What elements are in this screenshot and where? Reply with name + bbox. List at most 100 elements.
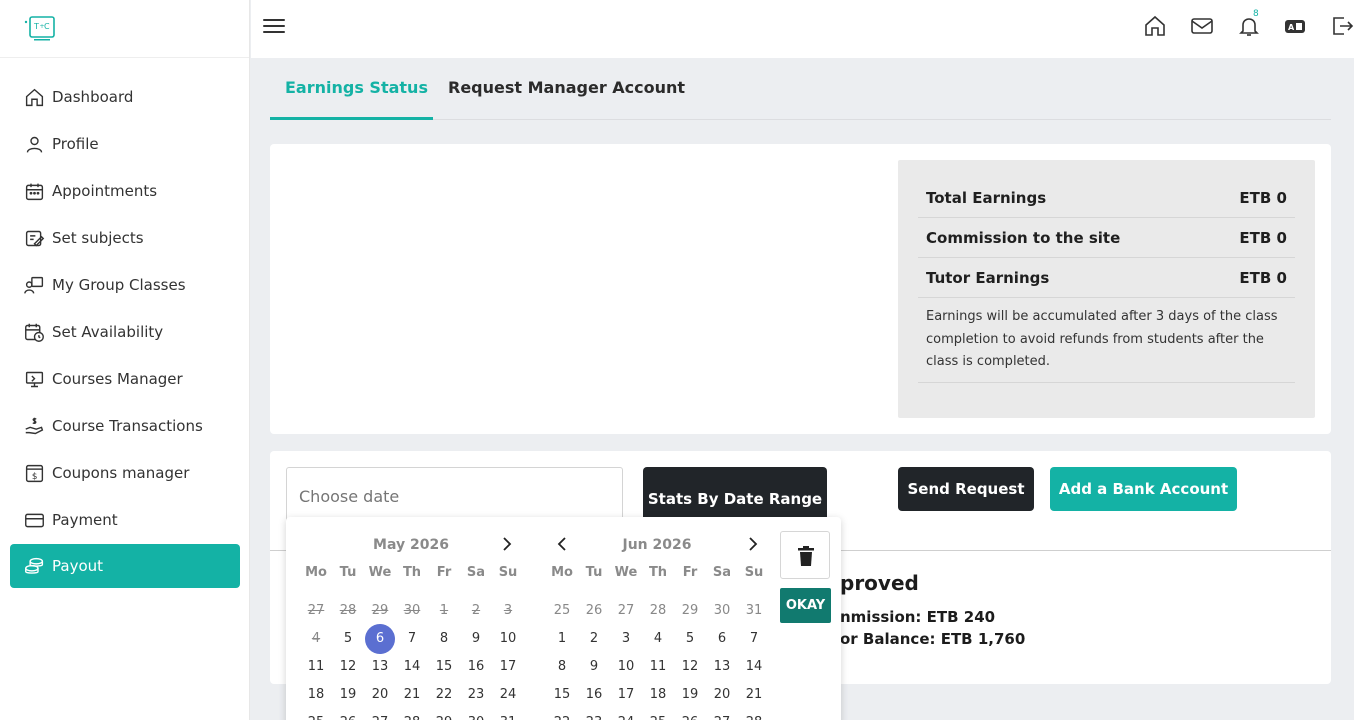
calendar-day[interactable]: 24	[610, 710, 642, 720]
calendar-day[interactable]: 17	[610, 682, 642, 708]
language-icon[interactable]: A	[1283, 14, 1307, 38]
calendar-day[interactable]: 8	[546, 654, 578, 680]
sidebar-item-course-transactions[interactable]: Course Transactions	[10, 404, 240, 448]
calendar-day[interactable]: 30	[460, 710, 492, 720]
calendar-day[interactable]: 27	[364, 710, 396, 720]
calendar-day[interactable]: 22	[428, 682, 460, 708]
menu-icon[interactable]	[263, 16, 285, 36]
calendar-day[interactable]: 19	[332, 682, 364, 708]
calendar-day[interactable]: 9	[578, 654, 610, 680]
calendar-day[interactable]: 17	[492, 654, 524, 680]
sidebar-item-appointments[interactable]: Appointments	[10, 169, 240, 213]
tutor-logo-icon[interactable]: T C +	[22, 14, 62, 44]
calendar-day[interactable]: 27	[610, 598, 642, 624]
calendar-day[interactable]: 14	[396, 654, 428, 680]
calendar-day: 30	[403, 603, 421, 618]
logout-icon[interactable]	[1330, 14, 1354, 38]
commission-label: Commission to the site	[926, 228, 1121, 247]
sidebar-item-dashboard[interactable]: Dashboard	[10, 75, 240, 119]
calendar-day[interactable]: 25	[546, 598, 578, 624]
calendar-day[interactable]: 12	[332, 654, 364, 680]
calendar-day[interactable]: 16	[578, 682, 610, 708]
calendar-day[interactable]: 2	[578, 626, 610, 652]
calendar-day[interactable]: 27	[706, 710, 738, 720]
calendar-day[interactable]: 29	[674, 598, 706, 624]
calendar-day[interactable]: 15	[546, 682, 578, 708]
sidebar-item-courses-manager[interactable]: Courses Manager	[10, 357, 240, 401]
send-request-button[interactable]: Send Request	[898, 467, 1034, 511]
calendar-day[interactable]: 8	[428, 626, 460, 652]
money-hand-icon	[25, 417, 44, 434]
sidebar-item-set-subjects[interactable]: Set subjects	[10, 216, 240, 260]
calendar-day[interactable]: 22	[546, 710, 578, 720]
calendar-day[interactable]: 12	[674, 654, 706, 680]
sidebar-item-payment[interactable]: Payment	[10, 498, 240, 542]
calendar-day[interactable]: 30	[706, 598, 738, 624]
calendar-day[interactable]: 28	[738, 710, 770, 720]
month-title-jun: Jun 2026	[622, 537, 692, 553]
sidebar-item-my-group-classes[interactable]: My Group Classes	[10, 263, 240, 307]
calendar-day[interactable]: 16	[460, 654, 492, 680]
chevron-right-icon[interactable]	[499, 535, 515, 553]
home-icon[interactable]	[1143, 14, 1167, 38]
calendar-day[interactable]: 23	[460, 682, 492, 708]
calendar-day[interactable]: 13	[364, 654, 396, 680]
calendar-day[interactable]: 14	[738, 654, 770, 680]
calendar-day[interactable]: 25	[642, 710, 674, 720]
calendar-day[interactable]: 18	[300, 682, 332, 708]
sidebar-item-payout[interactable]: Payout	[10, 544, 240, 588]
calendar-day[interactable]: 7	[396, 626, 428, 652]
calendar-day[interactable]: 7	[738, 626, 770, 652]
calendar-day[interactable]: 20	[364, 682, 396, 708]
calendar-day[interactable]: 26	[332, 710, 364, 720]
sidebar-item-coupons-manager[interactable]: $ Coupons manager	[10, 451, 240, 495]
sidebar-item-label: Coupons manager	[52, 464, 190, 482]
sidebar-item-label: Payout	[52, 557, 104, 575]
add-bank-account-button[interactable]: Add a Bank Account	[1050, 467, 1237, 511]
weekday-header: Tu	[585, 565, 603, 580]
calendar-day[interactable]: 4	[642, 626, 674, 652]
mail-icon[interactable]	[1190, 14, 1214, 38]
chevron-left-icon[interactable]	[554, 535, 570, 553]
calendar-day[interactable]: 21	[738, 682, 770, 708]
tab-earnings-status[interactable]: Earnings Status	[270, 58, 433, 120]
sidebar-item-set-availability[interactable]: Set Availability	[10, 310, 240, 354]
calendar-day[interactable]: 10	[610, 654, 642, 680]
tab-request-manager-account[interactable]: Request Manager Account	[448, 58, 685, 120]
calendar-day[interactable]: 25	[300, 710, 332, 720]
user-icon	[26, 136, 43, 153]
calendar-day[interactable]: 26	[674, 710, 706, 720]
weekday-header: Th	[648, 565, 668, 580]
calendar-day[interactable]: 31	[492, 710, 524, 720]
calendar-day[interactable]: 1	[546, 626, 578, 652]
calendar-day[interactable]: 24	[492, 682, 524, 708]
calendar-day[interactable]: 6	[365, 624, 395, 654]
notification-badge: 8	[1253, 9, 1259, 19]
calendar-day[interactable]: 23	[578, 710, 610, 720]
calendar-day[interactable]: 28	[642, 598, 674, 624]
calendar-day[interactable]: 10	[492, 626, 524, 652]
calendar-day[interactable]: 26	[578, 598, 610, 624]
calendar-day[interactable]: 15	[428, 654, 460, 680]
calendar-day[interactable]: 20	[706, 682, 738, 708]
tutor-earnings-label: Tutor Earnings	[926, 268, 1050, 287]
calendar-day[interactable]: 13	[706, 654, 738, 680]
calendar-day[interactable]: 28	[396, 710, 428, 720]
calendar-day[interactable]: 3	[610, 626, 642, 652]
calendar-day[interactable]: 11	[642, 654, 674, 680]
chevron-right-icon[interactable]	[745, 535, 761, 553]
calendar-day[interactable]: 5	[332, 626, 364, 652]
earnings-card: Total Earnings ETB 0 Commission to the s…	[270, 144, 1331, 434]
calendar-day[interactable]: 9	[460, 626, 492, 652]
calendar-day[interactable]: 6	[706, 626, 738, 652]
calendar-day[interactable]: 19	[674, 682, 706, 708]
calendar-day[interactable]: 29	[428, 710, 460, 720]
calendar-day[interactable]: 31	[738, 598, 770, 624]
sidebar-item-profile[interactable]: Profile	[10, 122, 240, 166]
calendar-day[interactable]: 11	[300, 654, 332, 680]
calendar-day[interactable]: 18	[642, 682, 674, 708]
calendar-day[interactable]: 5	[674, 626, 706, 652]
calendar-day[interactable]: 21	[396, 682, 428, 708]
clear-dates-button[interactable]	[780, 531, 830, 579]
okay-button[interactable]: OKAY	[780, 588, 831, 623]
